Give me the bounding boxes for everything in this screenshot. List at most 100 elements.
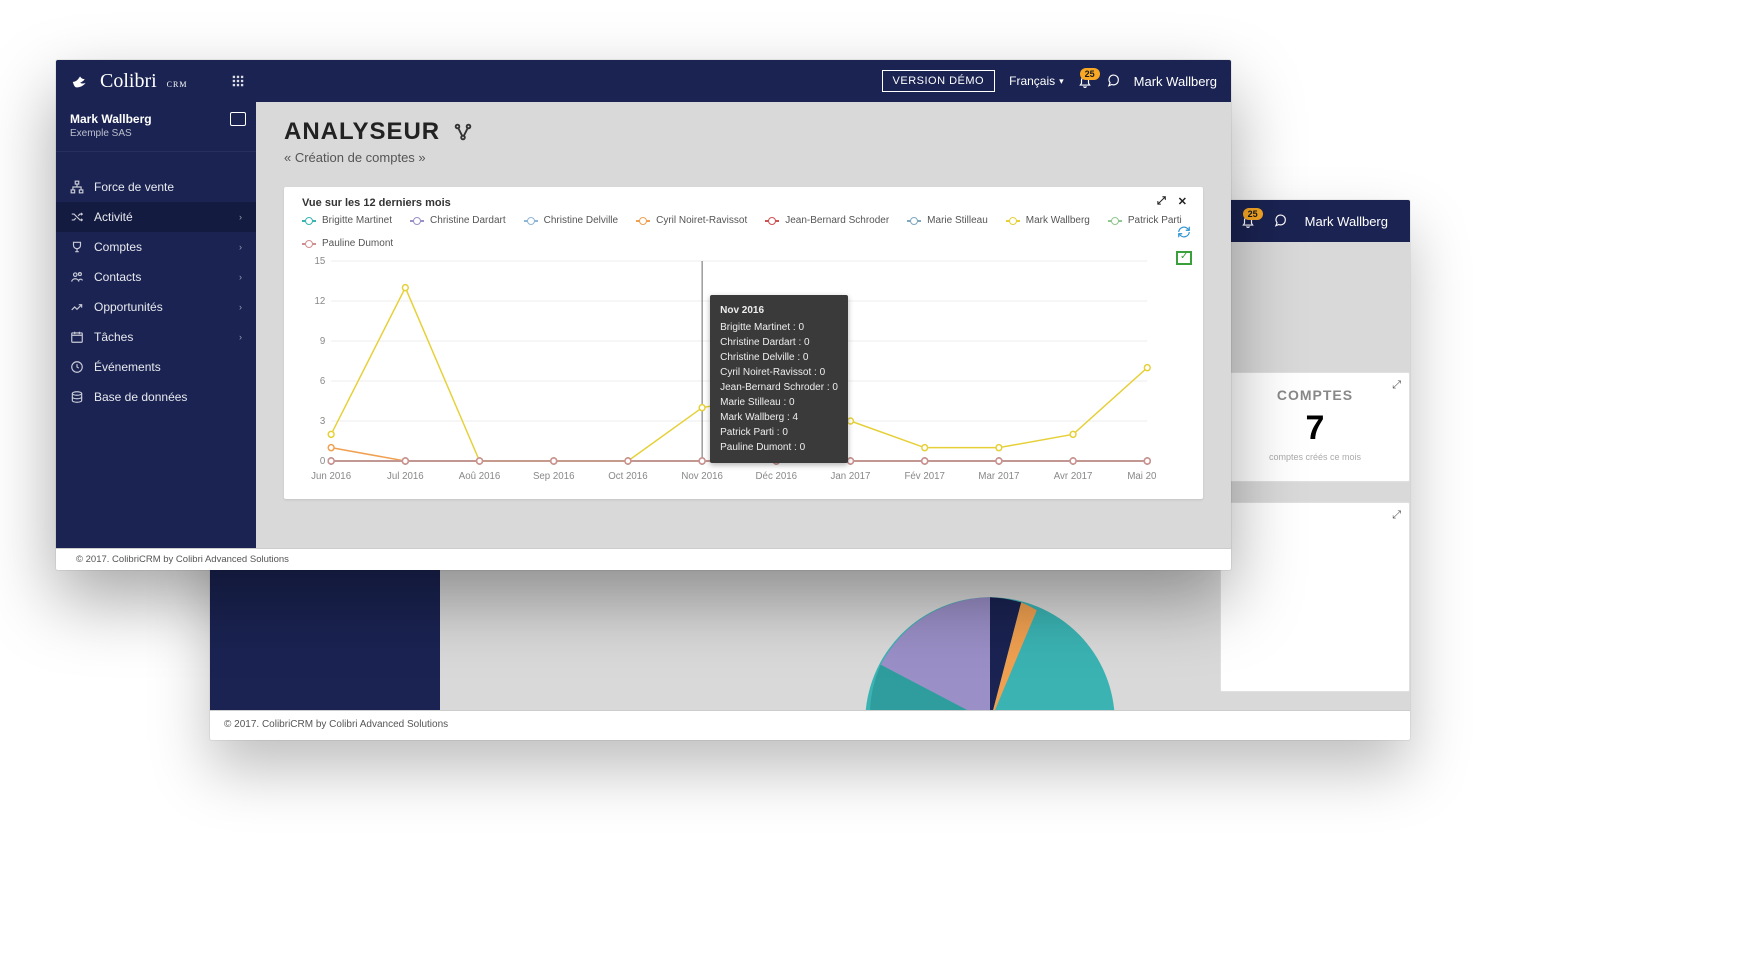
version-demo-button[interactable]: VERSION DÉMO	[882, 70, 996, 92]
sidebar-item-force-de-vente[interactable]: Force de vente	[56, 172, 256, 202]
users-icon	[70, 270, 84, 284]
legend-item[interactable]: Christine Dardart	[410, 215, 506, 226]
svg-text:15: 15	[315, 256, 326, 267]
chart-legend: Brigitte Martinet Christine Dardart Christ…	[302, 215, 1185, 249]
foreground-window: Colibri CRM VERSION DÉMO Français ▾ 25 M…	[56, 60, 1231, 570]
legend-item[interactable]: Christine Delville	[524, 215, 618, 226]
sidebar-item-label: Contacts	[94, 270, 229, 284]
svg-text:Oct 2016: Oct 2016	[608, 471, 648, 482]
panel-close-icon[interactable]: ✕	[1178, 195, 1187, 208]
page-subtitle: « Création de comptes »	[284, 150, 1203, 165]
language-label: Français	[1009, 74, 1055, 88]
footer: © 2017. ColibriCRM by Colibri Advanced S…	[56, 548, 1231, 570]
sidebar-item-contacts[interactable]: Contacts ›	[56, 262, 256, 292]
sidebar-item-label: Activité	[94, 210, 229, 224]
sidebar-item-taches[interactable]: Tâches ›	[56, 322, 256, 352]
chart-side-actions	[1175, 223, 1193, 267]
sidebar-username: Mark Wallberg	[70, 112, 242, 126]
page-title: ANALYSEUR	[284, 118, 440, 146]
legend-item[interactable]: Patrick Parti	[1108, 215, 1182, 226]
legend-item[interactable]: Cyril Noiret-Ravissot	[636, 215, 747, 226]
legend-item[interactable]: Pauline Dumont	[302, 238, 393, 249]
svg-text:Déc 2016: Déc 2016	[756, 471, 798, 482]
svg-text:12: 12	[315, 296, 326, 307]
notification-bell-icon[interactable]: 25	[1241, 214, 1255, 228]
chat-icon[interactable]	[1106, 74, 1120, 88]
sidebar-item-comptes[interactable]: Comptes ›	[56, 232, 256, 262]
sidebar-company: Exemple SAS	[70, 128, 242, 139]
id-card-icon[interactable]	[230, 112, 246, 126]
legend-item[interactable]: Marie Stilleau	[907, 215, 988, 226]
notification-badge: 25	[1080, 68, 1100, 80]
analyzer-icon	[452, 121, 474, 143]
svg-text:Aoû 2016: Aoû 2016	[459, 471, 501, 482]
page-title-row: ANALYSEUR	[284, 118, 1203, 146]
svg-text:Sep 2016: Sep 2016	[533, 471, 575, 482]
chat-icon[interactable]	[1273, 214, 1287, 228]
svg-text:0: 0	[320, 456, 326, 467]
svg-text:Mar 2017: Mar 2017	[978, 471, 1019, 482]
sidebar-item-activite[interactable]: Activité ›	[56, 202, 256, 232]
sidebar-item-label: Force de vente	[94, 180, 242, 194]
language-selector[interactable]: Français ▾	[1009, 74, 1064, 88]
brand-sub: CRM	[167, 80, 188, 93]
svg-text:Nov 2016: Nov 2016	[681, 471, 723, 482]
card-comptes-value: 7	[1239, 409, 1391, 448]
calendar-icon	[70, 330, 84, 344]
svg-text:Jul 2016: Jul 2016	[387, 471, 424, 482]
legend-item[interactable]: Mark Wallberg	[1006, 215, 1090, 226]
chart-panel-title: Vue sur les 12 derniers mois	[302, 197, 451, 209]
cup-icon	[70, 240, 84, 254]
sidebar-item-label: Tâches	[94, 330, 229, 344]
chevron-right-icon: ›	[239, 272, 242, 282]
brand-bird-icon	[70, 70, 92, 92]
legend-label: Pauline Dumont	[322, 238, 393, 249]
card-comptes-title: COMPTES	[1239, 387, 1391, 403]
legend-label: Mark Wallberg	[1026, 215, 1090, 226]
chart-area[interactable]: 03691215Jun 2016Jul 2016Aoû 2016Sep 2016…	[302, 255, 1157, 485]
sidebar-item-label: Événements	[94, 360, 242, 374]
back-username[interactable]: Mark Wallberg	[1305, 214, 1388, 229]
toggle-icon[interactable]	[1175, 249, 1193, 267]
legend-label: Christine Delville	[544, 215, 618, 226]
chevron-down-icon: ▾	[1059, 76, 1064, 87]
legend-label: Brigitte Martinet	[322, 215, 392, 226]
svg-text:Fév 2017: Fév 2017	[904, 471, 944, 482]
clock-icon	[70, 360, 84, 374]
panel-expand-icon[interactable]: ⤢	[1157, 195, 1166, 208]
expand-icon[interactable]: ⤢	[1392, 509, 1401, 522]
sidebar-item-evenements[interactable]: Événements	[56, 352, 256, 382]
topbar-username[interactable]: Mark Wallberg	[1134, 74, 1217, 89]
chevron-right-icon: ›	[239, 332, 242, 342]
brand-name: Colibri	[100, 70, 157, 93]
legend-label: Cyril Noiret-Ravissot	[656, 215, 747, 226]
legend-label: Patrick Parti	[1128, 215, 1182, 226]
sidebar-item-label: Comptes	[94, 240, 229, 254]
sidebar-item-opportunites[interactable]: Opportunités›	[56, 292, 256, 322]
expand-icon[interactable]: ⤢	[1392, 379, 1401, 392]
sidebar-user-block[interactable]: Mark Wallberg Exemple SAS	[56, 102, 256, 152]
svg-text:9: 9	[320, 336, 326, 347]
main-content: ANALYSEUR « Création de comptes » Vue su…	[256, 102, 1231, 548]
trend-icon	[70, 300, 84, 314]
svg-text:Jan 2017: Jan 2017	[831, 471, 871, 482]
svg-text:Jun 2016: Jun 2016	[311, 471, 351, 482]
notification-bell-icon[interactable]: 25	[1078, 74, 1092, 88]
topbar: Colibri CRM VERSION DÉMO Français ▾ 25 M…	[56, 60, 1231, 102]
svg-text:Mai 2017: Mai 2017	[1127, 471, 1157, 482]
chevron-right-icon: ›	[239, 242, 242, 252]
legend-label: Christine Dardart	[430, 215, 506, 226]
sidebar-item-base-de-donnees[interactable]: Base de données	[56, 382, 256, 412]
card-comptes: ⤢ COMPTES 7 comptes créés ce mois	[1220, 372, 1410, 482]
legend-item[interactable]: Jean-Bernard Schroder	[765, 215, 889, 226]
notification-badge: 25	[1243, 208, 1263, 220]
card-comptes-sub: comptes créés ce mois	[1239, 452, 1391, 462]
chevron-right-icon: ›	[239, 212, 242, 222]
refresh-icon[interactable]	[1175, 223, 1193, 241]
brand[interactable]: Colibri CRM	[70, 70, 187, 93]
legend-item[interactable]: Brigitte Martinet	[302, 215, 392, 226]
chevron-right-icon: ›	[239, 302, 242, 312]
apps-grid-icon[interactable]	[231, 74, 245, 88]
sidebar: Mark Wallberg Exemple SAS Force de vente…	[56, 102, 256, 548]
shuffle-icon	[70, 210, 84, 224]
